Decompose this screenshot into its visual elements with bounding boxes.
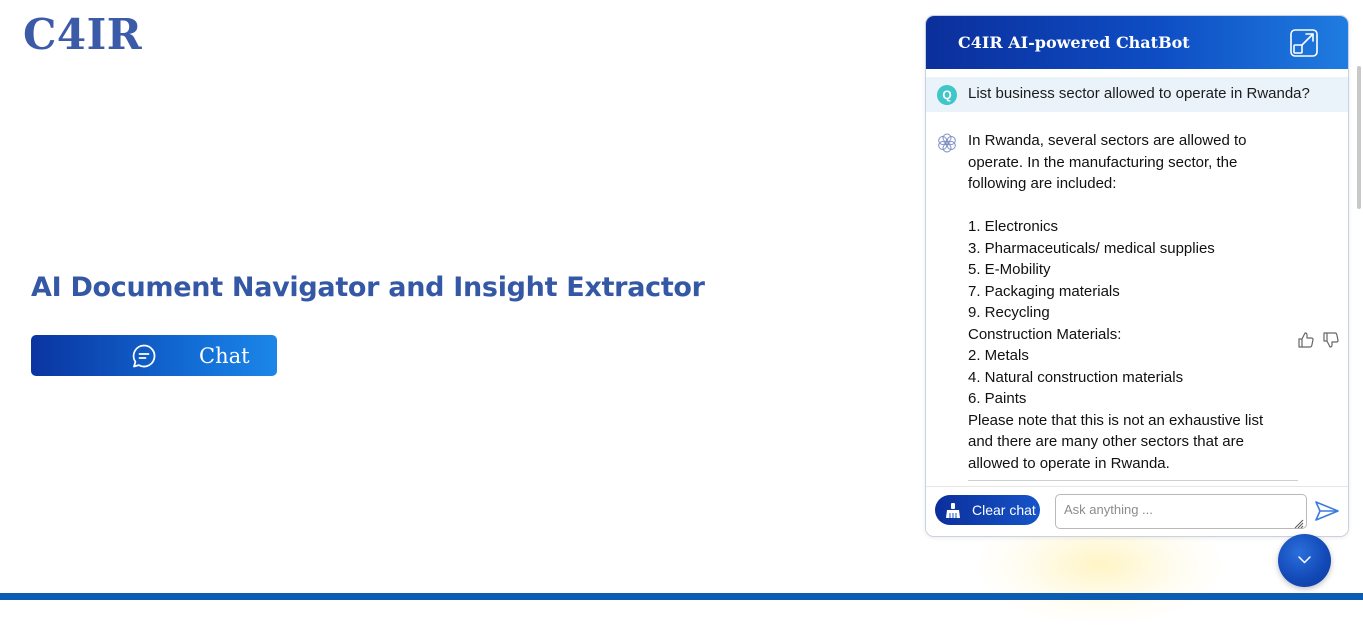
page-title: AI Document Navigator and Insight Extrac… <box>31 272 705 303</box>
answer-line: Please note that this is not an exhausti… <box>968 411 1264 429</box>
clear-chat-button[interactable]: Clear chat <box>935 495 1040 525</box>
clear-chat-label: Clear chat <box>972 502 1036 518</box>
chatbot-panel: C4IR AI-powered ChatBot Q List business … <box>925 15 1349 537</box>
user-question: Q List business sector allowed to operat… <box>926 77 1348 112</box>
answer-line: 3. Pharmaceuticals/ medical supplies <box>968 239 1215 257</box>
answer-line: following are included: <box>968 175 1117 192</box>
ask-input-wrapper <box>1055 494 1307 529</box>
chat-input-bar: Clear chat <box>926 486 1348 536</box>
site-logo[interactable]: C4IR <box>23 10 142 59</box>
answer-line: 2. Metals <box>968 347 1029 364</box>
toggle-chat-button[interactable] <box>1278 534 1331 587</box>
send-icon[interactable] <box>1314 500 1340 522</box>
answer-line <box>968 195 1308 217</box>
footer-bar <box>0 593 1363 600</box>
chatbot-title: C4IR AI-powered ChatBot <box>958 33 1190 52</box>
thumbs-down-icon[interactable] <box>1322 331 1340 349</box>
expand-icon[interactable] <box>1289 28 1319 58</box>
resize-grip-icon[interactable] <box>1294 516 1304 529</box>
open-chat-label: Chat <box>199 344 250 368</box>
thumbs-up-icon[interactable] <box>1297 331 1315 349</box>
answer-line: 4. Natural construction materials <box>968 368 1184 386</box>
answer-line: 9. Recycling <box>968 304 1050 321</box>
answer-line: 6. Paints <box>968 390 1027 407</box>
feedback-actions <box>1297 331 1340 349</box>
question-text: List business sector allowed to operate … <box>968 85 1310 102</box>
answer-line: 1. Electronics <box>968 218 1059 235</box>
answer-line: Construction Materials: <box>968 325 1122 343</box>
ask-input[interactable] <box>1056 495 1292 526</box>
open-chat-button[interactable]: Chat <box>31 335 277 376</box>
question-badge: Q <box>937 85 957 105</box>
answer-line: 5. E-Mobility <box>968 261 1051 278</box>
answer-line: and there are many other sectors that ar… <box>968 433 1244 450</box>
answer-line: operate. In the manufacturing sector, th… <box>968 153 1238 171</box>
message-divider <box>968 480 1298 481</box>
answer-line: 7. Packaging materials <box>968 282 1120 300</box>
bot-flower-icon <box>936 132 958 154</box>
answer-line: In Rwanda, several sectors are allowed t… <box>968 132 1247 149</box>
bot-answer: In Rwanda, several sectors are allowed t… <box>968 130 1308 474</box>
chat-bubble-icon <box>131 343 157 369</box>
page-scrollbar[interactable] <box>1357 66 1361 209</box>
chevron-down-icon <box>1298 556 1311 564</box>
chatbot-header: C4IR AI-powered ChatBot <box>926 16 1348 69</box>
answer-line: allowed to operate in Rwanda. <box>968 454 1170 472</box>
broom-icon <box>945 502 962 519</box>
